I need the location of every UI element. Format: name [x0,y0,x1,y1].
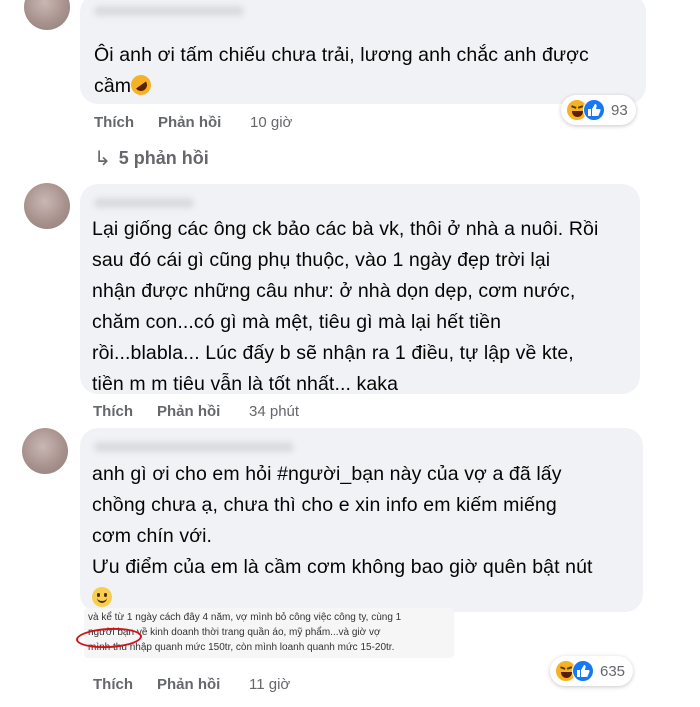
timestamp[interactable]: 34 phút [249,403,299,420]
comment-line: nhận được những câu như: ở nhà dọn dẹp, … [92,280,576,302]
comment-text: Ôi anh ơi tấm chiếu chưa trải, lương anh… [94,40,639,102]
avatar[interactable] [24,0,70,30]
like-icon [583,99,605,121]
replies-label: 5 phản hồi [118,148,209,168]
reply-button[interactable]: Phản hồi [157,403,220,420]
reply-button[interactable]: Phản hồi [157,676,220,693]
comment-line: sau đó cái gì cũng phụ thuộc, vào 1 ngày… [92,249,551,271]
reaction-count: 93 [611,101,628,119]
timestamp[interactable]: 11 giờ [249,676,290,693]
like-button[interactable]: Thích [93,676,133,693]
reply-button[interactable]: Phản hồi [158,114,221,131]
like-button[interactable]: Thích [93,403,133,420]
commenter-name[interactable] [94,198,194,208]
comment-line: Lại giống các ông ck bảo các bà vk, thôi… [92,218,599,240]
comment-line: rồi...blabla... Lúc đấy b sẽ nhận ra 1 đ… [92,342,574,364]
comment-line: chăm con...có gì mà mệt, tiêu gì mà lại … [92,311,502,333]
reaction-count: 635 [600,662,626,680]
comment-line: chồng chưa ạ, chưa thì cho e xin info em… [92,494,557,516]
comment-line: tiền m m tiêu vẫn là tốt nhất... kaka [92,373,399,395]
view-replies-link[interactable]: ↳ 5 phản hồi [94,146,209,171]
comment-text: Lại giống các ông ck bảo các bà vk, thôi… [92,214,637,400]
embedded-line: mình thu nhập quanh mức 150tr, còn mình … [88,642,395,653]
rofl-emoji [127,71,156,99]
timestamp[interactable]: 10 giờ [250,114,292,131]
avatar[interactable] [22,428,68,474]
reaction-summary[interactable]: 635 [550,656,634,686]
comment-line: Ưu điểm của em là cầm cơm không bao giờ … [92,556,593,578]
avatar[interactable] [24,183,70,229]
embedded-line: và kể từ 1 ngày cách đây 4 năm, vợ mình … [88,612,402,623]
comment-line: cầm [94,75,132,97]
comment-line: cơm chín với. [92,525,213,547]
smile-emoji [92,587,112,607]
commenter-name[interactable] [94,442,294,452]
reply-arrow-icon: ↳ [94,148,111,170]
comment-line: Ôi anh ơi tấm chiếu chưa trải, lương anh… [94,44,589,66]
reaction-summary[interactable]: 93 [561,95,636,125]
commenter-name[interactable] [94,6,244,16]
comment-line: anh gì ơi cho em hỏi #người_bạn này của … [92,463,562,485]
comment-text: anh gì ơi cho em hỏi #người_bạn này của … [92,459,637,614]
like-button[interactable]: Thích [94,114,134,131]
like-icon [572,660,594,682]
